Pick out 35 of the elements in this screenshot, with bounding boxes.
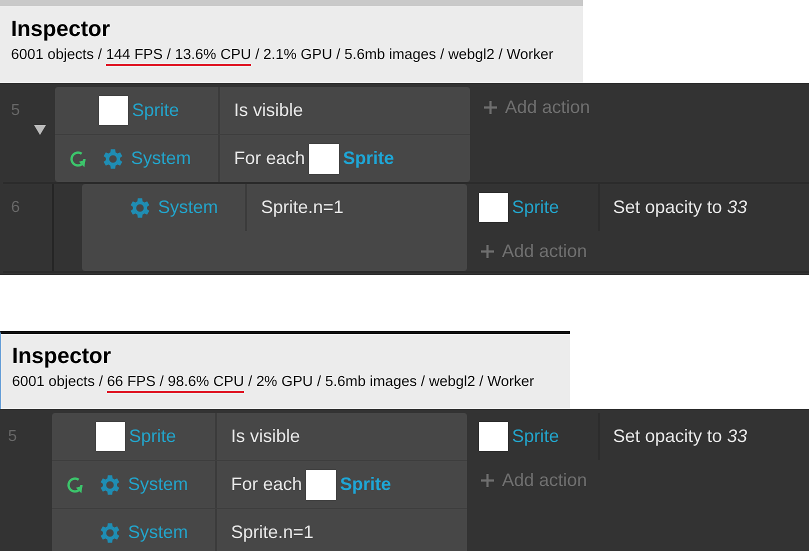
plus-icon: [484, 100, 497, 114]
object-name: System: [128, 522, 188, 543]
condition-block[interactable]: Sprite Is visible System For each Sprite: [55, 87, 470, 182]
blank-thumbnail-icon: [479, 422, 508, 451]
inspector-title: Inspector: [11, 16, 112, 42]
condition-text: Is visible: [234, 100, 304, 121]
plus-icon: [481, 474, 494, 486]
condition-text: Is visible: [231, 426, 300, 447]
blank-thumbnail-icon: [306, 470, 336, 500]
condition-block[interactable]: Sprite Is visible System For each Sprite System Sprite.n=1: [52, 413, 467, 551]
action-text: Set opacity to 33: [613, 426, 748, 447]
inspector-title: Inspector: [12, 343, 112, 369]
blank-thumbnail-icon: [309, 144, 340, 174]
plus-icon: [481, 244, 494, 258]
object-name: Sprite: [129, 426, 176, 447]
performance-stats: 6001 objects / 144 FPS / 13.6% CPU / 2.1% GPU / 5.6mb images / webgl2 / Worker: [11, 47, 583, 63]
object-name: Sprite: [512, 197, 560, 218]
condition-text: Sprite.n=1: [261, 197, 344, 218]
object-parameter: Sprite: [340, 474, 392, 495]
object-name: Sprite: [512, 426, 560, 447]
blank-thumbnail-icon: [479, 193, 508, 222]
action-text: Set opacity to 33: [613, 197, 748, 218]
blank-thumbnail-icon: [96, 422, 125, 451]
performance-stats: 6001 objects / 66 FPS / 98.6% CPU / 2% GPU / 5.6mb images / webgl2 / Worker: [12, 374, 570, 390]
object-name: System: [131, 148, 192, 169]
collapse-triangle-icon[interactable]: [34, 124, 46, 136]
object-parameter: Sprite: [343, 148, 394, 169]
condition-text: Sprite.n=1: [231, 522, 314, 543]
condition-block[interactable]: System Sprite.n=1: [82, 184, 467, 271]
condition-text: For each: [234, 148, 306, 169]
object-name: System: [158, 197, 218, 218]
condition-text: For each: [231, 474, 302, 495]
blank-thumbnail-icon: [99, 96, 128, 125]
object-name: Sprite: [132, 100, 180, 121]
object-name: System: [128, 474, 188, 495]
